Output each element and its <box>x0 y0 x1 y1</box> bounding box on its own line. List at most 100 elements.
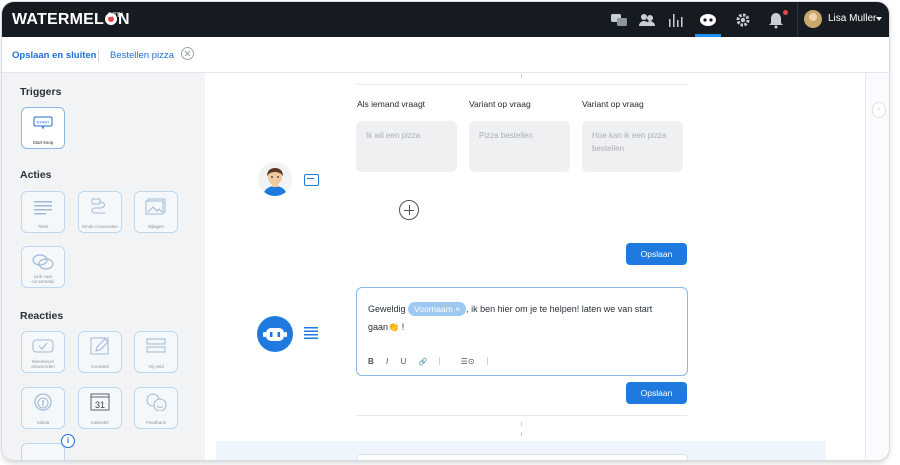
tile-label: Start knop <box>32 140 54 145</box>
tile-multiple-choice[interactable]: Meerkeuze antwoorden <box>21 331 65 373</box>
divider <box>357 84 687 85</box>
chip-label: Voornaam <box>414 304 453 314</box>
tile-label: Bijlagen <box>147 224 164 229</box>
tile-label: Kalender <box>90 420 109 425</box>
tile-text[interactable]: Tekst <box>21 191 65 233</box>
user-avatar-icon <box>258 162 292 196</box>
question-placeholder: Ik wil een pizza <box>366 131 421 140</box>
bot-icon <box>263 328 287 341</box>
user-name[interactable]: Lisa Muller <box>828 13 876 24</box>
users-icon[interactable] <box>638 11 656 29</box>
triggers-title: Triggers <box>20 86 62 98</box>
connector-line <box>521 432 522 436</box>
flow-name[interactable]: Bestellen pizza <box>110 50 174 61</box>
gear-icon[interactable] <box>734 11 752 29</box>
tile-label: Link naar conversatie <box>31 274 55 284</box>
divider <box>486 357 488 365</box>
chat-bubbles-icon[interactable] <box>610 11 628 29</box>
variant-input[interactable]: Hoe kan ik een pizza bestellen <box>582 121 683 172</box>
column-header: Als iemand vraagt <box>357 99 426 109</box>
save-button[interactable]: Opslaan <box>626 382 687 404</box>
tile-partial[interactable] <box>21 443 65 460</box>
tile-start-button[interactable]: START Start knop <box>21 107 65 149</box>
person-icon <box>263 168 287 196</box>
chip-remove-icon[interactable]: × <box>455 304 460 314</box>
start-icon: START <box>33 116 53 130</box>
input-field-icon <box>90 337 109 355</box>
notification-dot <box>783 10 788 15</box>
tile-link-conversation[interactable]: Link naar conversatie <box>21 246 65 288</box>
question-input[interactable]: Ik wil een pizza <box>356 121 457 172</box>
logo-text: WATERMEL <box>12 11 104 28</box>
underline-button[interactable]: U <box>400 357 406 366</box>
chevron-down-icon[interactable] <box>876 17 882 21</box>
bot-avatar <box>257 316 293 352</box>
divider <box>357 415 687 416</box>
beta-badge: BETA <box>108 13 124 19</box>
close-icon[interactable] <box>181 47 194 60</box>
tile-label: Invulveld <box>91 364 109 369</box>
tile-feedback[interactable]: Feedback <box>134 387 178 429</box>
svg-text:START: START <box>37 120 50 125</box>
calendar-day: 31 <box>94 400 105 410</box>
link-button[interactable]: 🔗 <box>419 359 428 366</box>
chat-icon <box>304 174 319 186</box>
next-block-card[interactable] <box>356 454 688 460</box>
answer-text-end: ! <box>399 322 405 332</box>
column-header: Variant op vraag <box>469 99 531 109</box>
tile-label: Valuta <box>36 420 50 425</box>
feedback-icon <box>146 393 167 411</box>
bot-icon[interactable] <box>699 11 717 29</box>
tile-end-conversation[interactable]: Einde conversatie <box>78 191 122 233</box>
divider <box>98 50 99 62</box>
reactions-title: Reacties <box>20 310 64 322</box>
save-and-close-button[interactable]: Opslaan en sluiten <box>12 50 96 61</box>
column-header: Variant op vraag <box>582 99 644 109</box>
info-icon[interactable]: i <box>61 434 75 448</box>
add-variant-button[interactable] <box>399 200 419 220</box>
tile-label: Meerkeuze antwoorden <box>31 359 55 369</box>
collapse-panel-button[interactable]: ‹ <box>872 102 886 118</box>
tile-input-field[interactable]: Invulveld <box>78 331 122 373</box>
format-toolbar: B I U 🔗 ☰⊙ <box>368 357 498 366</box>
answer-text[interactable]: Geweldig Voornaam ×, ik ben hier om je t… <box>368 300 674 336</box>
end-conversation-icon <box>91 198 105 214</box>
bar-chart-icon[interactable] <box>667 11 685 29</box>
answer-text-start: Geweldig <box>368 304 406 314</box>
tile-free-field[interactable]: Vrij veld <box>134 331 178 373</box>
variant-input[interactable]: Pizza bestellen <box>469 121 570 172</box>
italic-button[interactable]: I <box>386 357 388 366</box>
text-icon <box>34 201 52 215</box>
bold-button[interactable]: B <box>368 357 374 366</box>
link-icon <box>32 254 54 270</box>
attachment-icon <box>145 198 166 215</box>
clap-emoji: 👏 <box>388 322 400 332</box>
save-button[interactable]: Opslaan <box>626 243 687 265</box>
tile-label: Vrij veld <box>148 364 164 369</box>
variant-placeholder: Pizza bestellen <box>479 131 533 140</box>
connector-line <box>521 422 522 426</box>
tile-label: Feedback <box>146 420 166 425</box>
insert-variable-button[interactable]: ☰⊙ <box>461 357 475 366</box>
actions-title: Acties <box>20 169 52 181</box>
app-window: WATERMEL N BETA Lisa Muller Opslaan en sl… <box>2 2 889 460</box>
bell-icon[interactable] <box>767 11 785 29</box>
tile-currency[interactable]: Valuta <box>21 387 65 429</box>
tile-label: Einde conversatie <box>82 224 118 229</box>
tile-calendar[interactable]: 31 Kalender <box>78 387 122 429</box>
answer-editor[interactable]: Geweldig Voornaam ×, ik ben hier om je t… <box>356 287 688 376</box>
divider <box>797 2 798 37</box>
flow-header: Opslaan en sluiten Bestellen pizza <box>2 37 889 73</box>
right-panel <box>865 73 889 460</box>
variable-chip[interactable]: Voornaam × <box>408 302 467 316</box>
variant-placeholder: Hoe kan ik een pizza bestellen <box>592 131 667 153</box>
tile-attachments[interactable]: Bijlagen <box>134 191 178 233</box>
currency-icon <box>34 393 52 411</box>
free-field-icon <box>146 338 166 353</box>
connector-line <box>521 74 522 78</box>
text-lines-icon <box>304 327 318 339</box>
top-navigation-bar: WATERMEL N BETA Lisa Muller <box>2 2 889 37</box>
divider <box>439 357 441 365</box>
user-avatar[interactable] <box>804 10 822 28</box>
multiple-choice-icon <box>32 339 54 353</box>
